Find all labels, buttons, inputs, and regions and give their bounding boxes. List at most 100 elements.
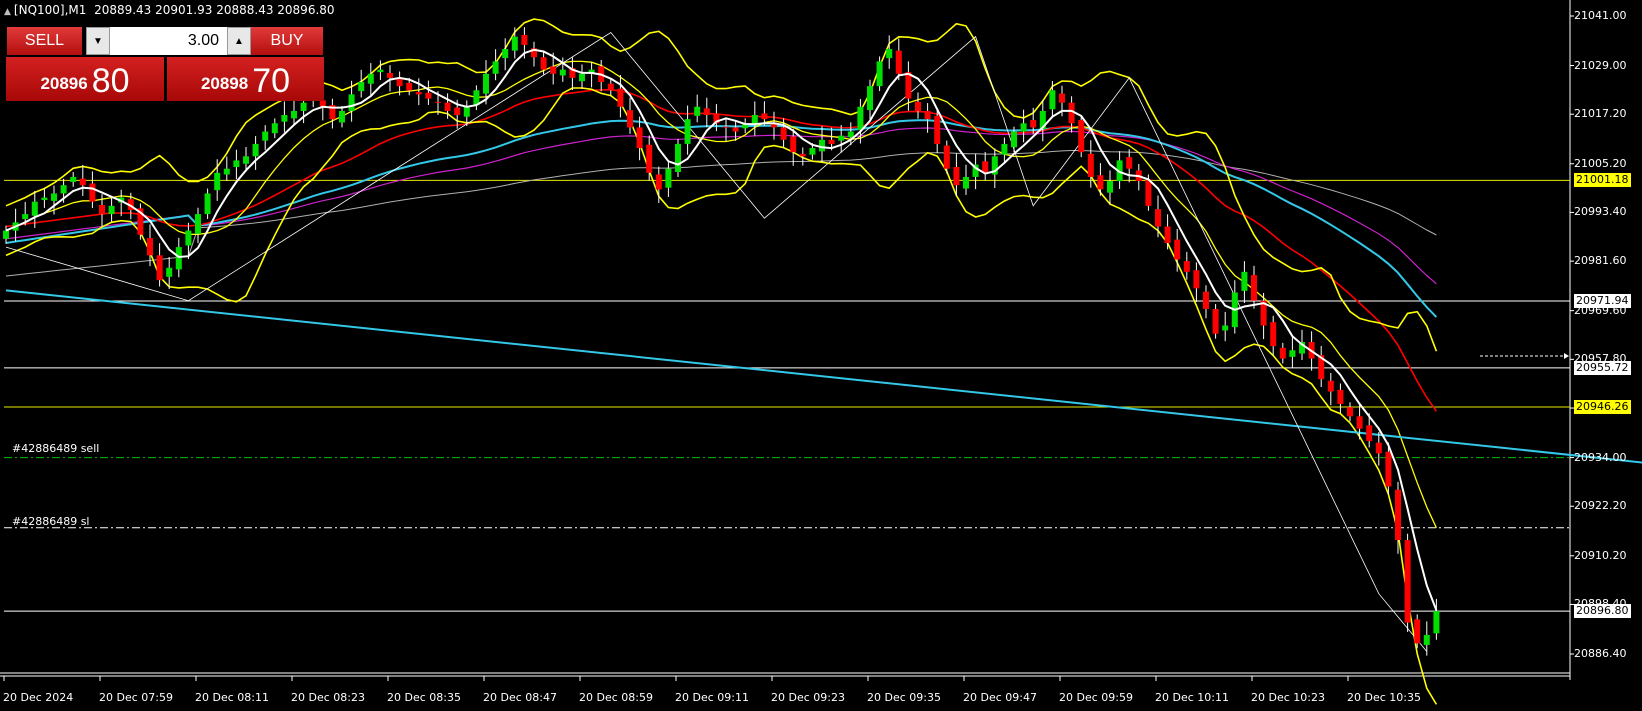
order-sl-label[interactable]: #42886489 sl — [12, 515, 90, 528]
lot-size-input[interactable] — [112, 29, 219, 53]
price-level-tag: 20946.26 — [1574, 399, 1631, 414]
trendline — [5, 289, 1642, 464]
candle-body — [214, 172, 221, 191]
candle-body — [492, 61, 499, 74]
candle-body — [627, 110, 633, 128]
candle-body — [22, 214, 29, 220]
candle-body — [924, 110, 931, 120]
candle-body — [809, 148, 816, 155]
candle-body — [886, 49, 893, 59]
candle-body — [1087, 153, 1094, 177]
sell-price-points: 80 — [91, 62, 130, 100]
candle-body — [1203, 291, 1209, 310]
candle-body — [339, 110, 345, 123]
candle-body — [838, 135, 845, 141]
candle-body — [1375, 442, 1382, 454]
candle-body — [943, 145, 950, 169]
candle-body — [377, 69, 384, 73]
candle-body — [367, 73, 374, 84]
candle-body — [607, 83, 614, 91]
collapse-triangle-icon[interactable]: ▲ — [4, 7, 11, 17]
sell-button[interactable]: SELL — [7, 27, 82, 55]
candle-body — [1270, 322, 1277, 347]
candle-body — [243, 156, 249, 164]
candle-body — [1251, 275, 1257, 301]
price-tick-label: 20886.40 — [1574, 647, 1627, 660]
candle-body — [1097, 175, 1104, 190]
candle-body — [857, 106, 864, 130]
sell-price-main: 20896 — [40, 74, 88, 93]
ma-slow-line — [5, 150, 1437, 277]
candle-body — [732, 127, 739, 132]
candle-body — [847, 131, 854, 138]
candle-body — [51, 193, 57, 201]
price-tick-label: 20910.20 — [1574, 548, 1627, 562]
candle-body — [982, 161, 989, 173]
candle-body — [483, 73, 489, 94]
candle-body — [828, 139, 835, 144]
candle-body — [444, 102, 451, 111]
candle-body — [780, 127, 787, 140]
candle-body — [905, 72, 912, 99]
candle-body — [1212, 309, 1219, 334]
lot-decrease-icon[interactable]: ▼ — [86, 27, 110, 55]
candle-body — [99, 205, 105, 215]
candle-body — [1433, 611, 1440, 634]
candle-body — [1423, 635, 1430, 645]
price-tick-label: 21005.20 — [1574, 156, 1627, 170]
candle-body — [70, 176, 77, 182]
candle-body — [1327, 380, 1334, 392]
price-tick-label: 21017.20 — [1574, 107, 1627, 121]
candle-body — [1049, 90, 1056, 110]
buy-price-quote[interactable]: 20898 70 — [167, 57, 324, 101]
price-tick-label: 20934.00 — [1574, 450, 1627, 464]
candle-body — [425, 92, 432, 99]
candle-body — [665, 168, 672, 188]
chart-header: ▲ [NQ100],M1 20889.43 20901.93 20888.43 2… — [4, 3, 335, 17]
candle-body — [1174, 239, 1181, 260]
lot-increase-icon[interactable]: ▲ — [227, 27, 251, 55]
time-tick-label: 20 Dec 10:23 — [1251, 691, 1325, 704]
candle-body — [1395, 489, 1401, 541]
candle-body — [1155, 209, 1161, 227]
candle-body — [502, 49, 509, 59]
candle-body — [694, 106, 701, 116]
candle-body — [1347, 407, 1353, 417]
candle-body — [1279, 347, 1286, 359]
ma-fast-line — [5, 48, 1438, 611]
candle-body — [675, 143, 681, 172]
time-tick-label: 20 Dec 09:35 — [867, 691, 941, 704]
candle-body — [291, 110, 297, 119]
buy-button[interactable]: BUY — [251, 27, 323, 55]
candle-body — [1183, 261, 1190, 272]
candle-body — [550, 66, 557, 74]
candle-body — [1107, 181, 1113, 193]
buy-price-main: 20898 — [200, 74, 249, 93]
order-sell-label[interactable]: #42886489 sell — [12, 442, 99, 455]
candle-body — [579, 73, 585, 82]
buy-price-points: 70 — [252, 62, 291, 100]
price-tick-label: 20922.20 — [1574, 499, 1627, 513]
candle-body — [252, 143, 259, 157]
sell-price-quote[interactable]: 20896 80 — [6, 57, 164, 101]
time-tick-label: 20 Dec 08:11 — [195, 691, 269, 704]
candle-body — [521, 34, 528, 45]
candle-body — [358, 82, 365, 92]
candle-body — [1222, 325, 1229, 331]
ohlc-values: 20889.43 20901.93 20888.43 20896.80 — [94, 3, 335, 17]
price-level-tag: 20971.94 — [1574, 293, 1631, 308]
candle-body — [1011, 131, 1017, 148]
candle-body — [175, 247, 182, 270]
candle-body — [79, 178, 86, 186]
candle-body — [540, 57, 547, 70]
candle-body — [271, 123, 278, 134]
candle-body — [799, 153, 806, 157]
candle-body — [89, 183, 96, 202]
candle-body — [761, 113, 768, 120]
candle-body — [108, 205, 115, 215]
time-tick-label: 20 Dec 08:35 — [387, 691, 461, 704]
time-tick-label: 20 Dec 09:23 — [771, 691, 845, 704]
candle-body — [617, 88, 624, 107]
candle-body — [262, 131, 269, 141]
price-chart[interactable] — [0, 0, 1642, 711]
